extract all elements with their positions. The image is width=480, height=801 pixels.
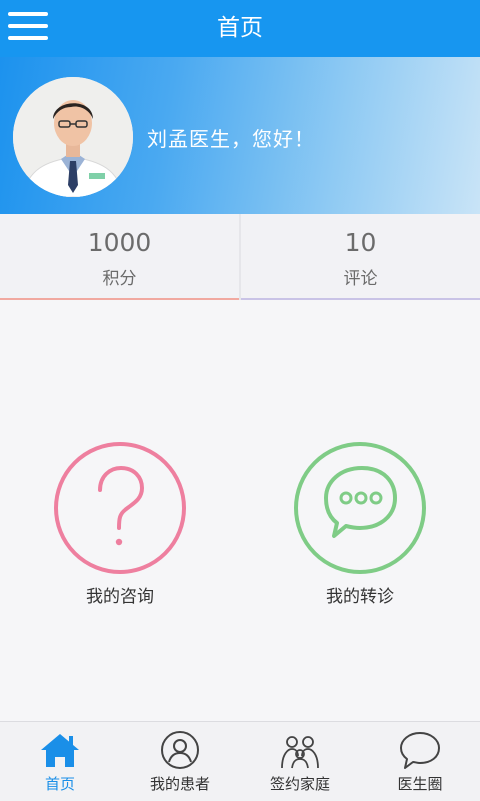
- greeting-text: 刘孟医生，您好！: [147, 127, 315, 151]
- home-icon: [41, 734, 79, 767]
- stats-bar: 1000 积分 10 评论: [0, 214, 480, 300]
- tab-my-patients[interactable]: 我的患者: [120, 722, 240, 801]
- tab-home-label: 首页: [44, 775, 75, 793]
- comments-label: 评论: [343, 269, 378, 289]
- patient-icon: [161, 731, 199, 769]
- top-app-bar: 首页: [0, 0, 480, 57]
- doctor-avatar[interactable]: [13, 77, 133, 197]
- comments-stat[interactable]: 10 评论: [241, 214, 480, 300]
- my-consultations-label: 我的咨询: [86, 587, 154, 607]
- my-consultations-button[interactable]: 我的咨询: [50, 438, 190, 607]
- tab-my-patients-label: 我的患者: [149, 775, 210, 793]
- question-icon: [54, 442, 186, 574]
- comments-value: 10: [344, 228, 377, 257]
- speech-bubble-icon: [400, 732, 440, 769]
- page-title: 首页: [217, 15, 263, 41]
- tab-doctor-circle-label: 医生圈: [397, 775, 443, 793]
- points-label: 积分: [102, 269, 137, 289]
- points-stat[interactable]: 1000 积分: [0, 214, 239, 300]
- my-referrals-button[interactable]: 我的转诊: [290, 438, 430, 607]
- my-referrals-label: 我的转诊: [326, 587, 394, 607]
- chat-bubble-icon: [294, 442, 426, 574]
- tab-doctor-circle[interactable]: 医生圈: [360, 722, 480, 801]
- points-value: 1000: [87, 228, 152, 257]
- tab-home[interactable]: 首页: [0, 722, 120, 801]
- tab-signed-families[interactable]: 签约家庭: [240, 722, 360, 801]
- tab-signed-families-label: 签约家庭: [269, 775, 330, 793]
- bottom-tab-bar: 首页 我的患者 签约家庭 医生圈: [0, 721, 480, 801]
- profile-banner: 刘孟医生，您好！: [0, 57, 480, 214]
- family-icon: [281, 736, 319, 769]
